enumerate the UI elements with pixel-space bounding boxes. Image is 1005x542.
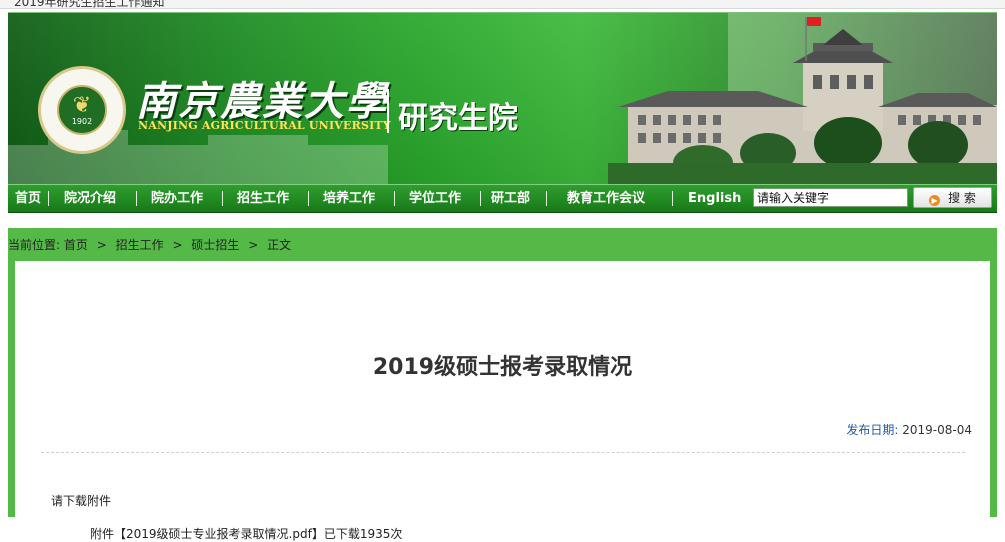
nav-separator bbox=[480, 191, 481, 206]
breadcrumb-admissions-link[interactable]: 招生工作 bbox=[116, 238, 164, 252]
breadcrumb-separator: > bbox=[248, 238, 259, 252]
header-banner: ❦ 1902 南京農業大學 NANJING AGRICULTURAL UNIVE… bbox=[8, 12, 997, 185]
nav-item-home[interactable]: 首页 bbox=[15, 185, 41, 212]
breadcrumb-separator: > bbox=[96, 238, 107, 252]
attachment-download-link[interactable]: 【2019级硕士专业报考录取情况.pdf】 bbox=[114, 527, 324, 541]
publish-date-label: 发布日期: bbox=[846, 423, 899, 437]
logo-year: 1902 bbox=[71, 117, 93, 126]
attachment-download-count: 已下载1935次 bbox=[323, 527, 403, 541]
attachment-line: 附件【2019级硕士专业报考录取情况.pdf】已下载1935次 bbox=[90, 525, 402, 542]
publish-date: 发布日期: 2019-08-04 bbox=[846, 421, 972, 438]
breadcrumb-current: 正文 bbox=[267, 238, 292, 252]
search-input[interactable] bbox=[753, 188, 908, 207]
browser-tab-title[interactable]: 2019年研究生招生工作通知 bbox=[14, 0, 165, 8]
nav-item-overview[interactable]: 院况介绍 bbox=[64, 185, 116, 212]
breadcrumb-prefix: 当前位置: bbox=[8, 238, 61, 252]
search-button-label: 搜 索 bbox=[948, 191, 976, 205]
content-area: 当前位置: 首页 > 招生工作 > 硕士招生 > 正文 2019级硕士报考录取情… bbox=[8, 228, 997, 541]
title-divider bbox=[387, 89, 389, 133]
browser-tab-strip: 2019年研究生招生工作通知 bbox=[0, 0, 1005, 9]
search-button[interactable]: ▶ 搜 索 bbox=[913, 187, 992, 208]
logo-inner-emblem: ❦ 1902 bbox=[57, 85, 107, 135]
article-title: 2019级硕士报考录取情况 bbox=[372, 355, 633, 380]
nav-item-office[interactable]: 院办工作 bbox=[151, 185, 203, 212]
nav-separator bbox=[672, 191, 673, 206]
breadcrumb-masters-link[interactable]: 硕士招生 bbox=[191, 238, 239, 252]
campus-building-image bbox=[608, 13, 997, 185]
nav-item-english[interactable]: English bbox=[688, 185, 741, 212]
publish-date-value: 2019-08-04 bbox=[902, 423, 972, 437]
wheat-icon: ❦ bbox=[72, 93, 92, 118]
nav-separator bbox=[394, 191, 395, 206]
nav-item-graduate-affairs[interactable]: 研工部 bbox=[491, 185, 530, 212]
article-intro: 请下载附件 bbox=[51, 494, 112, 508]
nav-item-training[interactable]: 培养工作 bbox=[323, 185, 375, 212]
attachment-prefix: 附件 bbox=[90, 527, 115, 541]
department-title: 研究生院 bbox=[398, 101, 518, 136]
article-panel: 2019级硕士报考录取情况 发布日期: 2019-08-04 请下载附件 附件【… bbox=[15, 261, 990, 541]
nav-separator bbox=[546, 191, 547, 206]
breadcrumb: 当前位置: 首页 > 招生工作 > 硕士招生 > 正文 bbox=[8, 236, 291, 254]
breadcrumb-home-link[interactable]: 首页 bbox=[64, 238, 88, 252]
breadcrumb-separator: > bbox=[172, 238, 183, 252]
nav-separator bbox=[222, 191, 223, 206]
nav-item-degree[interactable]: 学位工作 bbox=[409, 185, 461, 212]
nav-separator bbox=[136, 191, 137, 206]
nav-item-admissions[interactable]: 招生工作 bbox=[237, 185, 289, 212]
university-logo-seal[interactable]: ❦ 1902 bbox=[38, 66, 126, 154]
article-divider bbox=[41, 452, 965, 453]
arrow-right-icon: ▶ bbox=[929, 195, 941, 206]
university-name-en: NANJING AGRICULTURAL UNIVERSITY bbox=[138, 119, 391, 132]
nav-separator bbox=[48, 191, 49, 206]
nav-item-education-conference[interactable]: 教育工作会议 bbox=[567, 185, 645, 212]
nav-separator bbox=[308, 191, 309, 206]
main-nav-bar: 首页 院况介绍 院办工作 招生工作 培养工作 学位工作 研工部 教育工作会议 E… bbox=[8, 184, 997, 213]
